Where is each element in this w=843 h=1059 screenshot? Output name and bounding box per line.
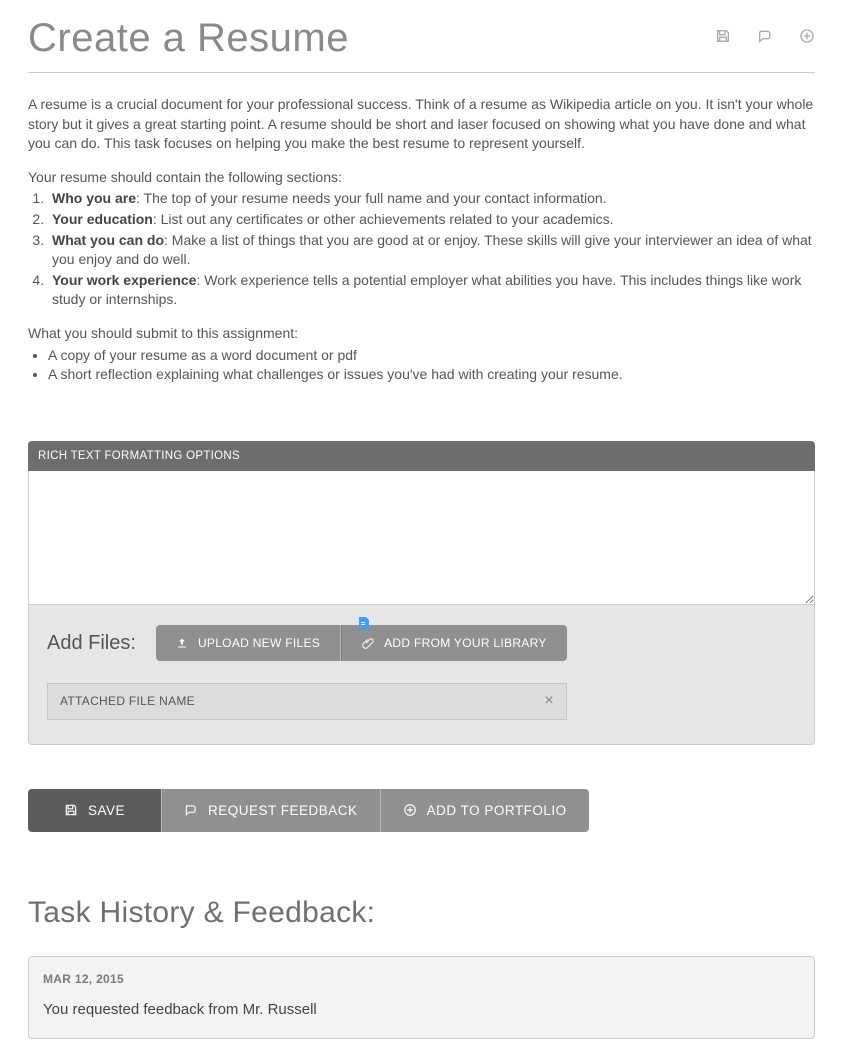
- cursor-icon: [359, 615, 369, 627]
- list-item: Who you are: The top of your resume need…: [48, 189, 815, 209]
- intro-lead: A resume is a crucial document for your …: [28, 95, 815, 154]
- save-icon[interactable]: [715, 28, 731, 44]
- sections-label: Your resume should contain the following…: [28, 168, 815, 188]
- paperclip-icon: [362, 637, 374, 649]
- page-title: Create a Resume: [28, 10, 349, 66]
- attached-file-chip: ATTACHED FILE NAME ×: [47, 683, 567, 720]
- plus-icon[interactable]: [799, 28, 815, 44]
- add-files-label: Add Files:: [47, 629, 136, 657]
- portfolio-label: ADD TO PORTFOLIO: [427, 803, 567, 818]
- rich-text-toolbar[interactable]: RICH TEXT FORMATTING OPTIONS: [28, 441, 815, 471]
- section-rest: : List out any certificates or other ach…: [153, 211, 614, 227]
- file-button-group: UPLOAD NEW FILES ADD FROM YOUR LIBRARY: [156, 625, 567, 661]
- section-rest: : The top of your resume needs your full…: [136, 190, 607, 206]
- list-item: What you can do: Make a list of things t…: [48, 231, 815, 270]
- action-button-row: SAVE REQUEST FEEDBACK ADD TO PORTFOLIO: [28, 789, 589, 832]
- library-label: ADD FROM YOUR LIBRARY: [384, 636, 547, 650]
- request-label: REQUEST FEEDBACK: [208, 803, 358, 818]
- upload-label: UPLOAD NEW FILES: [198, 636, 320, 650]
- history-message: You requested feedback from Mr. Russell: [43, 999, 800, 1020]
- sections-list: Who you are: The top of your resume need…: [28, 189, 815, 310]
- editor-block: RICH TEXT FORMATTING OPTIONS Add Files: …: [28, 441, 815, 745]
- section-bold: What you can do: [52, 232, 164, 248]
- response-textarea[interactable]: [28, 471, 815, 605]
- assignment-description: A resume is a crucial document for your …: [28, 95, 815, 385]
- list-item: A short reflection explaining what chall…: [48, 365, 815, 385]
- submit-list: A copy of your resume as a word document…: [28, 346, 815, 385]
- upload-icon: [176, 637, 188, 649]
- attached-file-name: ATTACHED FILE NAME: [60, 693, 195, 710]
- remove-attachment-icon[interactable]: ×: [544, 693, 554, 709]
- section-rest: : Make a list of things that you are goo…: [52, 232, 812, 268]
- attached-files: ATTACHED FILE NAME ×: [47, 683, 796, 720]
- request-feedback-button[interactable]: REQUEST FEEDBACK: [161, 789, 380, 832]
- list-item: Your education: List out any certificate…: [48, 210, 815, 230]
- add-from-library-button[interactable]: ADD FROM YOUR LIBRARY: [341, 625, 567, 661]
- task-history-title: Task History & Feedback:: [28, 892, 815, 934]
- submit-label: What you should submit to this assignmen…: [28, 324, 815, 344]
- add-to-portfolio-button[interactable]: ADD TO PORTFOLIO: [380, 789, 589, 832]
- save-button[interactable]: SAVE: [28, 789, 161, 832]
- plus-circle-icon: [403, 803, 417, 817]
- chat-icon: [184, 803, 198, 817]
- section-bold: Your work experience: [52, 272, 196, 288]
- history-card: MAR 12, 2015 You requested feedback from…: [28, 956, 815, 1040]
- save-label: SAVE: [88, 803, 125, 818]
- section-bold: Your education: [52, 211, 153, 227]
- chat-icon[interactable]: [757, 28, 773, 44]
- list-item: A copy of your resume as a word document…: [48, 346, 815, 366]
- save-icon: [64, 803, 78, 817]
- upload-new-files-button[interactable]: UPLOAD NEW FILES: [156, 625, 341, 661]
- list-item: Your work experience: Work experience te…: [48, 271, 815, 310]
- history-date: MAR 12, 2015: [43, 971, 800, 988]
- section-bold: Who you are: [52, 190, 136, 206]
- page-header: Create a Resume: [28, 10, 815, 73]
- header-icon-row: [715, 10, 815, 44]
- add-files-panel: Add Files: UPLOAD NEW FILES ADD FROM YOU…: [28, 605, 815, 745]
